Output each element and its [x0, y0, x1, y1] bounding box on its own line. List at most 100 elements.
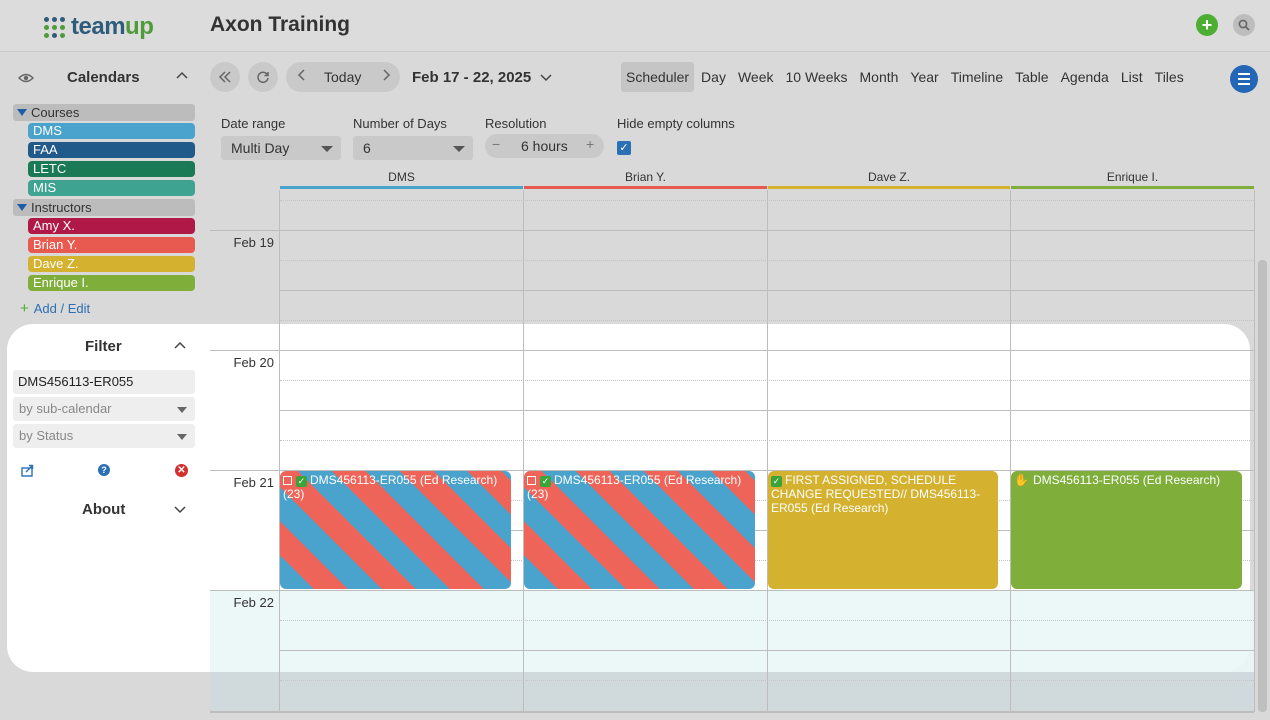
double-chevron-left-icon — [218, 71, 231, 83]
minus-icon[interactable]: − — [492, 136, 500, 152]
chevron-up-icon[interactable] — [174, 341, 186, 349]
plus-icon: + — [20, 300, 29, 317]
event-enrique[interactable]: ✋ DMS456113-ER055 (Ed Research) — [1011, 471, 1242, 589]
collapse-sidebar-button[interactable] — [210, 62, 240, 92]
logo-dots-icon — [44, 16, 65, 38]
calendar-item-brian[interactable]: Brian Y. — [28, 237, 195, 253]
column-header-dave: Dave Z. — [768, 170, 1010, 189]
triangle-down-icon — [17, 204, 27, 211]
group-courses[interactable]: Courses — [13, 104, 195, 121]
calendar-item-amy[interactable]: Amy X. — [28, 218, 195, 234]
status-placeholder: by Status — [19, 428, 74, 443]
date-range-select[interactable]: Multi Day — [221, 136, 341, 160]
number-of-days-label: Number of Days — [353, 116, 447, 131]
filter-title: Filter — [85, 338, 122, 355]
chevron-up-icon[interactable] — [176, 71, 188, 79]
sub-calendar-filter-select[interactable]: by sub-calendar — [13, 397, 195, 421]
caret-down-icon — [177, 407, 187, 413]
calendar-item-letc[interactable]: LETC — [28, 161, 195, 177]
refresh-button[interactable] — [248, 62, 278, 92]
event-dave[interactable]: ✓ FIRST ASSIGNED, SCHEDULE CHANGE REQUEST… — [768, 471, 998, 589]
day-label: Feb 21 — [233, 475, 274, 490]
caret-down-icon — [321, 146, 333, 152]
date-range-value: Multi Day — [231, 140, 290, 156]
calendar-title: Axon Training — [210, 13, 351, 36]
search-button[interactable] — [1233, 14, 1255, 36]
group-label: Courses — [31, 105, 80, 120]
view-tiles[interactable]: Tiles — [1150, 62, 1189, 92]
copy-icon — [527, 476, 536, 486]
teamup-logo[interactable]: teamup — [44, 13, 154, 41]
status-filter-select[interactable]: by Status — [13, 424, 195, 448]
calendar-item-enrique[interactable]: Enrique I. — [28, 275, 195, 291]
resolution-stepper: − 6 hours + — [485, 134, 604, 158]
group-instructors[interactable]: Instructors — [13, 199, 195, 216]
date-range-label: Date range — [221, 116, 286, 131]
copy-icon — [283, 476, 292, 486]
view-switcher: Scheduler Day Week 10 Weeks Month Year T… — [621, 62, 1191, 92]
day-label: Feb 22 — [233, 595, 274, 610]
main-menu-button[interactable] — [1230, 65, 1258, 93]
scheduler-grid: Feb 19 Feb 20 Feb 21 Feb 22 — [210, 190, 1255, 713]
grid-divider — [279, 190, 280, 712]
triangle-down-icon — [17, 109, 27, 116]
column-header-brian: Brian Y. — [524, 170, 767, 189]
date-range-text: Feb 17 - 22, 2025 — [412, 69, 532, 86]
column-header-enrique: Enrique I. — [1011, 170, 1254, 189]
calendars-title: Calendars — [67, 69, 140, 86]
add-event-button[interactable]: + — [1196, 14, 1218, 36]
number-of-days-select[interactable]: 6 — [353, 136, 473, 160]
date-range-picker[interactable]: Feb 17 - 22, 2025 — [412, 69, 552, 86]
vertical-scrollbar[interactable] — [1258, 260, 1267, 712]
resolution-value: 6 hours — [521, 138, 568, 154]
group-label: Instructors — [31, 200, 92, 215]
calendar-item-mis[interactable]: MIS — [28, 180, 195, 196]
top-bar: teamup Axon Training + — [0, 0, 1270, 52]
share-icon[interactable] — [21, 464, 34, 477]
view-year[interactable]: Year — [905, 62, 943, 92]
view-day[interactable]: Day — [696, 62, 731, 92]
view-timeline[interactable]: Timeline — [946, 62, 1008, 92]
hide-empty-columns-checkbox[interactable]: ✓ — [617, 141, 631, 155]
search-icon — [1238, 19, 1250, 31]
view-agenda[interactable]: Agenda — [1056, 62, 1114, 92]
caret-down-icon — [177, 434, 187, 440]
view-week[interactable]: Week — [733, 62, 779, 92]
grid-divider — [1254, 190, 1255, 712]
checkmark-icon: ✓ — [540, 476, 551, 487]
about-title: About — [82, 501, 126, 518]
event-title: DMS456113-ER055 (Ed Research) (23) — [527, 473, 742, 501]
eye-icon[interactable] — [18, 72, 34, 84]
calendar-item-dms[interactable]: DMS — [28, 123, 195, 139]
calendar-item-faa[interactable]: FAA — [28, 142, 195, 158]
hide-empty-columns-label: Hide empty columns — [617, 116, 735, 131]
column-header-dms: DMS — [280, 170, 523, 189]
chevron-down-icon[interactable] — [174, 506, 186, 514]
event-dms[interactable]: ✓ DMS456113-ER055 (Ed Research) (23) — [280, 471, 511, 589]
event-title: FIRST ASSIGNED, SCHEDULE CHANGE REQUESTE… — [771, 473, 981, 515]
view-table[interactable]: Table — [1010, 62, 1053, 92]
today-button[interactable]: Today — [324, 69, 361, 85]
help-icon[interactable]: ? — [98, 464, 110, 476]
chevron-right-icon[interactable] — [379, 68, 393, 82]
clear-filter-icon[interactable]: ✕ — [175, 464, 188, 477]
view-month[interactable]: Month — [855, 62, 904, 92]
calendar-item-dave[interactable]: Dave Z. — [28, 256, 195, 272]
caret-down-icon — [453, 146, 465, 152]
day-label: Feb 20 — [233, 355, 274, 370]
checkmark-icon: ✓ — [296, 476, 307, 487]
checkmark-icon: ✓ — [771, 476, 782, 487]
plus-icon[interactable]: + — [586, 136, 594, 152]
chevron-left-icon[interactable] — [295, 68, 309, 82]
menu-icon — [1238, 73, 1250, 75]
chevron-down-icon — [540, 74, 552, 82]
view-scheduler[interactable]: Scheduler — [621, 62, 695, 92]
grid-divider — [523, 190, 524, 712]
refresh-icon — [257, 71, 269, 84]
view-10-weeks[interactable]: 10 Weeks — [781, 62, 853, 92]
filter-search-input[interactable]: DMS456113-ER055 — [13, 370, 195, 394]
add-edit-link[interactable]: + Add / Edit — [20, 300, 90, 317]
view-list[interactable]: List — [1116, 62, 1148, 92]
event-brian[interactable]: ✓ DMS456113-ER055 (Ed Research) (23) — [524, 471, 755, 589]
resolution-label: Resolution — [485, 116, 547, 131]
